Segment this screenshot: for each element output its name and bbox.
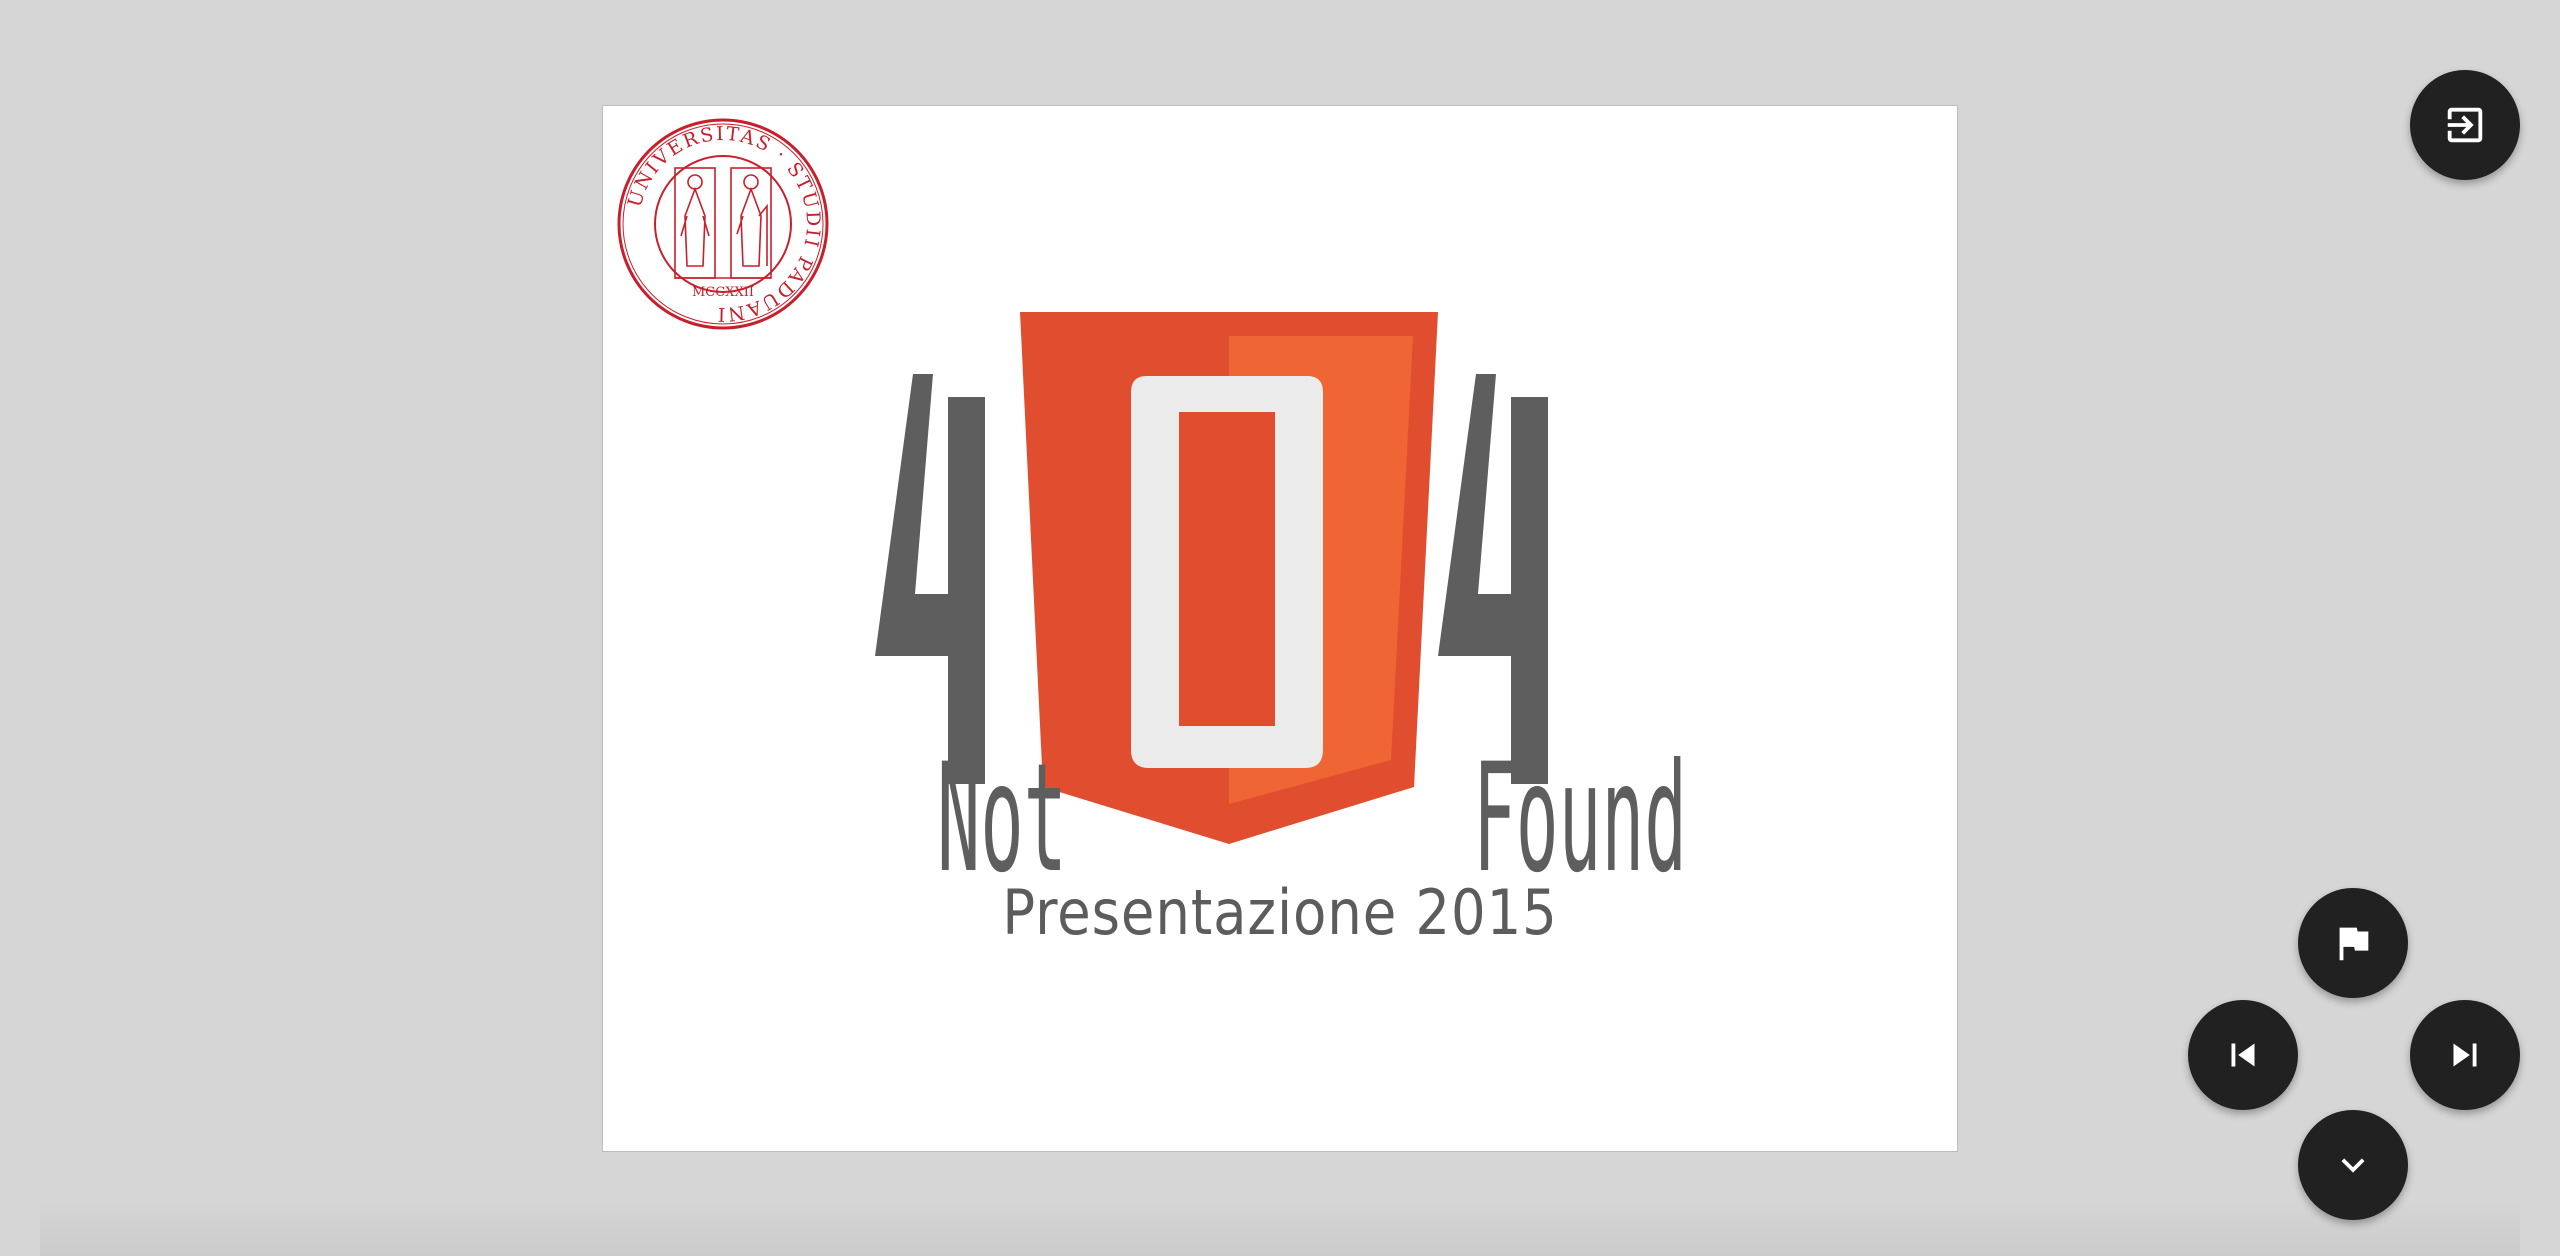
down-menu-button[interactable] xyxy=(2298,1110,2408,1220)
logo-word-found: Found xyxy=(1473,732,1687,874)
chevron-down-icon xyxy=(2341,1158,2365,1173)
404-not-found-logo: Not Found xyxy=(875,312,1687,874)
flag-icon xyxy=(2339,927,2369,961)
previous-slide-button[interactable] xyxy=(2188,1000,2298,1110)
digit-four-left xyxy=(875,374,985,784)
skip-next-icon xyxy=(2453,1043,2477,1067)
next-slide-button[interactable] xyxy=(2410,1000,2520,1110)
svg-text:MCCXXII: MCCXXII xyxy=(692,285,754,300)
exit-presentation-button[interactable] xyxy=(2410,70,2520,180)
first-slide-button[interactable] xyxy=(2298,888,2408,998)
digit-four-right xyxy=(1438,374,1548,784)
presentation-viewer: UNIVERSITAS · STUDII PADUANI MCCXXII Not… xyxy=(0,0,2560,1256)
university-seal-logo: UNIVERSITAS · STUDII PADUANI MCCXXII xyxy=(617,118,829,330)
logo-word-not: Not xyxy=(937,732,1067,874)
slide: UNIVERSITAS · STUDII PADUANI MCCXXII Not… xyxy=(602,105,1958,1152)
skip-previous-icon xyxy=(2231,1043,2255,1067)
slide-title: Presentazione 2015 xyxy=(1002,876,1558,949)
exit-presentation-icon xyxy=(2447,107,2483,143)
bottom-shadow xyxy=(40,1196,2520,1256)
